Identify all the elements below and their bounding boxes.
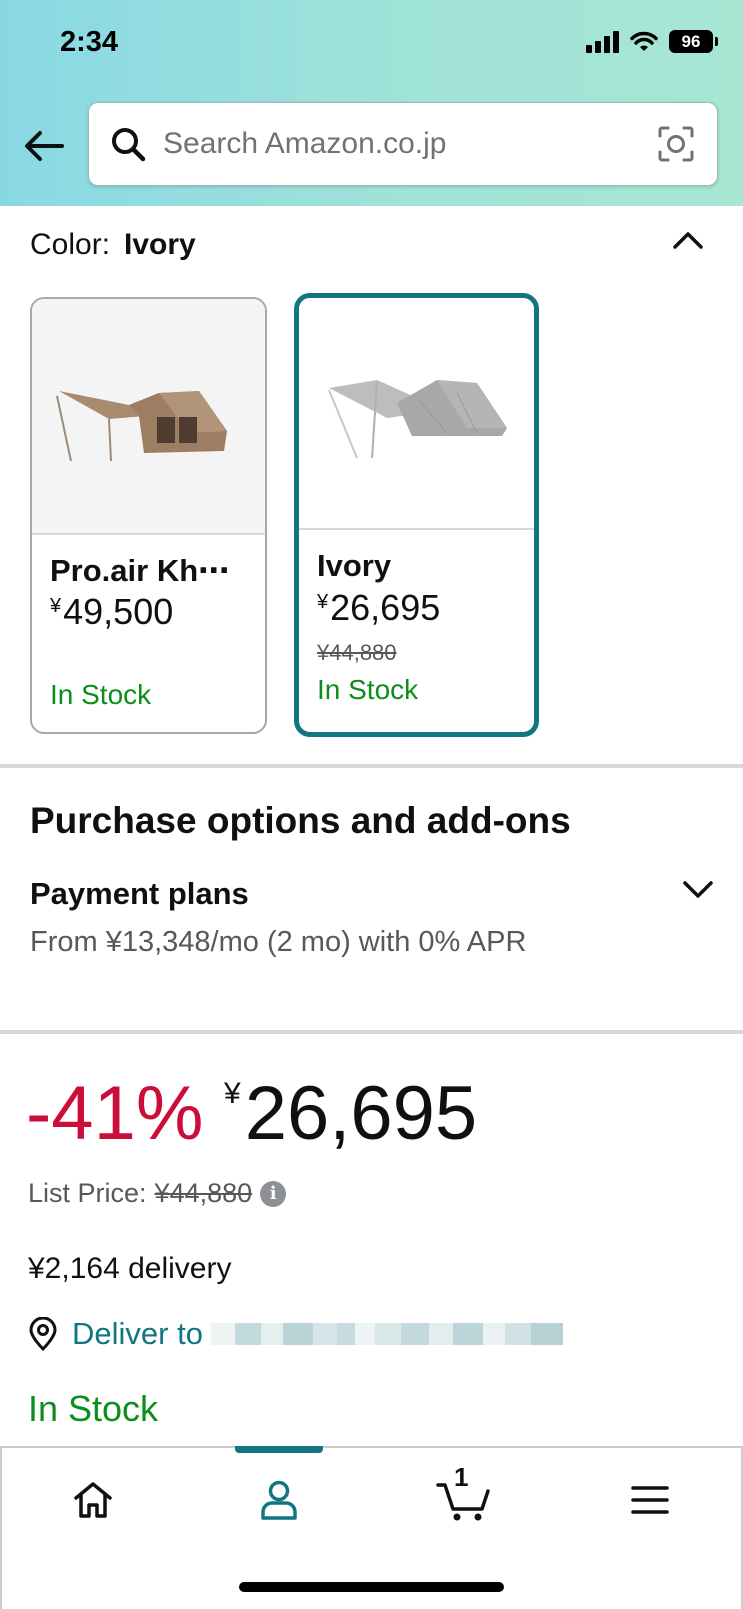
battery-icon: 96 [669, 30, 718, 53]
account-icon [261, 1480, 297, 1520]
delivery-fee: ¥2,164 delivery [28, 1252, 232, 1285]
header: 2:34 96 [0, 0, 743, 206]
tab-cart[interactable]: 1 [424, 1462, 504, 1530]
discount-percent: -41% [26, 1071, 204, 1156]
back-button[interactable] [22, 124, 66, 168]
color-selector-label: Color: Ivory [30, 228, 196, 262]
status-icons: 96 [586, 30, 718, 53]
payment-plans-title[interactable]: Payment plans [30, 876, 249, 912]
chevron-down-icon[interactable] [678, 872, 718, 906]
option-stock: In Stock [50, 679, 152, 710]
option-price: ¥49,500 [50, 591, 174, 632]
list-price-row: List Price: ¥44,880 i [28, 1178, 287, 1209]
option-stock: In Stock [317, 674, 419, 705]
color-value: Ivory [124, 228, 196, 261]
tent-image [327, 380, 507, 459]
back-arrow-icon [25, 131, 64, 161]
tab-menu[interactable] [610, 1470, 690, 1530]
search-bar[interactable] [88, 102, 718, 186]
deliver-to-link[interactable]: Deliver to [28, 1314, 563, 1354]
color-label: Color: [30, 228, 111, 261]
chevron-up-icon[interactable] [668, 222, 708, 258]
location-pin-icon [29, 1317, 57, 1351]
active-tab-indicator [235, 1446, 323, 1453]
status-time: 2:34 [60, 26, 119, 58]
list-price-label: List Price: [28, 1178, 147, 1208]
product-image-khaki [32, 299, 265, 535]
payment-plans-description: From ¥13,348/mo (2 mo) with 0% APR [30, 926, 527, 958]
menu-icon [631, 1486, 669, 1514]
option-name: Pro.air Kh⋯ [50, 553, 230, 588]
option-price: ¥26,695 [317, 587, 441, 628]
option-list-price: ¥44,880 [317, 640, 397, 665]
signal-icon [586, 30, 619, 53]
purchase-options-title: Purchase options and add-ons [30, 800, 571, 841]
tab-home[interactable] [53, 1470, 133, 1530]
in-stock-status: In Stock [28, 1388, 159, 1429]
tent-image [55, 391, 227, 462]
home-icon [74, 1482, 112, 1518]
home-indicator [239, 1582, 504, 1592]
color-option-ivory[interactable]: Ivory ¥26,695 ¥44,880 In Stock [294, 293, 539, 737]
option-name: Ivory [317, 548, 392, 583]
deliver-to-text[interactable]: Deliver to [72, 1316, 203, 1352]
divider [0, 1030, 743, 1034]
camera-icon[interactable] [657, 125, 695, 163]
tab-account[interactable] [239, 1470, 319, 1530]
divider [0, 764, 743, 768]
search-input[interactable] [163, 121, 633, 167]
wifi-icon [630, 31, 658, 51]
search-icon [112, 128, 146, 162]
info-icon[interactable]: i [260, 1180, 287, 1207]
cart-count: 1 [454, 1462, 469, 1492]
product-image-ivory [299, 298, 534, 530]
price: ¥26,695 [224, 1071, 478, 1156]
redacted-address [210, 1314, 563, 1354]
list-price-value: ¥44,880 [154, 1178, 253, 1208]
color-option-khaki[interactable]: Pro.air Kh⋯ ¥49,500 In Stock [30, 297, 267, 734]
